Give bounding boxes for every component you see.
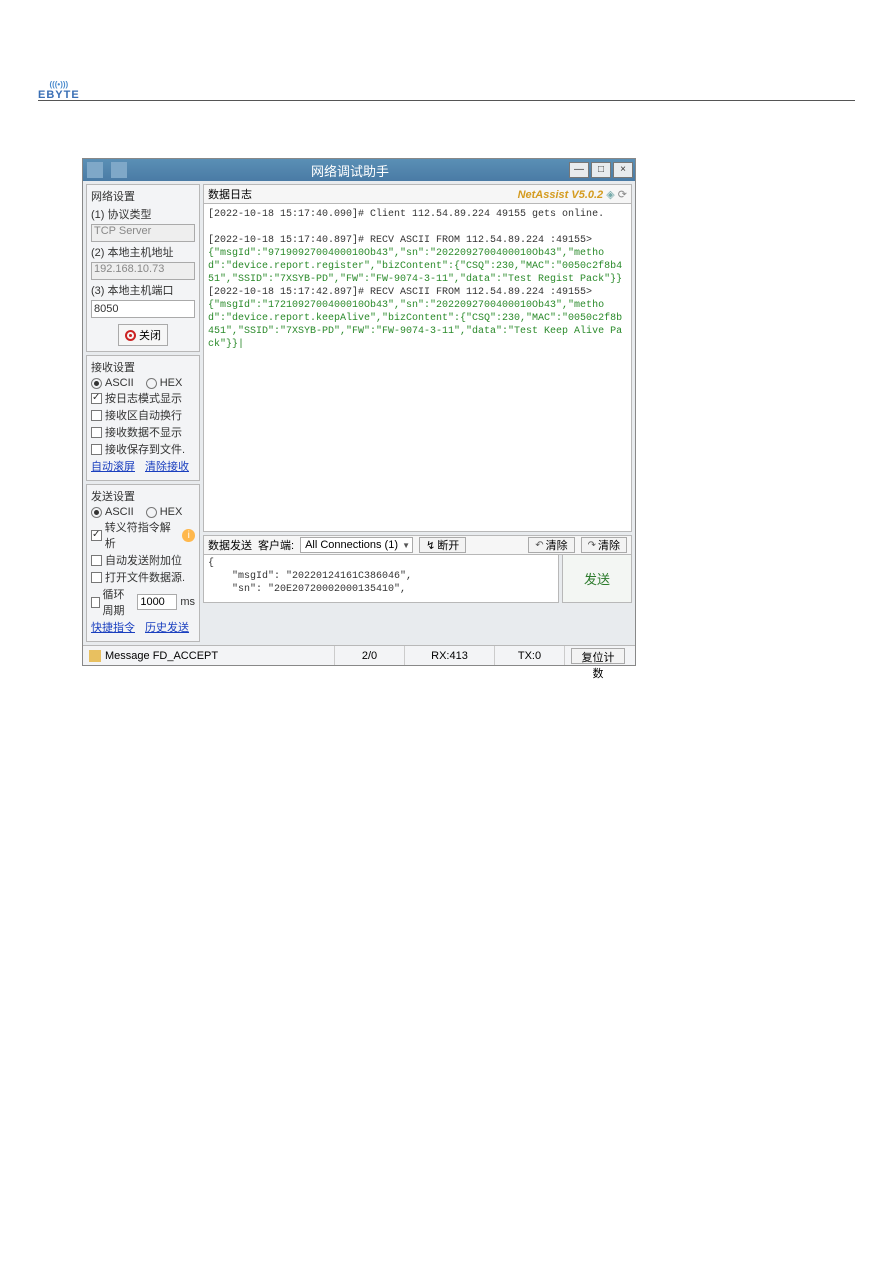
close-button[interactable]: × (613, 162, 633, 178)
host-addr-select[interactable]: 192.168.10.73 (91, 262, 195, 280)
sidebar: 网络设置 (1) 协议类型 TCP Server (2) 本地主机地址 192.… (86, 184, 200, 642)
clear-recv-link[interactable]: 清除接收 (145, 458, 189, 474)
loop-period-input[interactable] (137, 594, 177, 610)
panel-title: 网络设置 (91, 188, 195, 204)
host-port-input[interactable] (91, 300, 195, 318)
radio-label: HEX (160, 506, 183, 518)
unit-label: ms (180, 596, 195, 608)
send-ascii-radio[interactable] (91, 507, 102, 518)
send-settings-panel: 发送设置 ASCII HEX 转义符指令解析i 自动发送附加位 打开文件数据源.… (86, 484, 200, 642)
history-send-link[interactable]: 历史发送 (145, 619, 189, 635)
send-textarea[interactable]: { "msgId": "20220124161C386046", "sn": "… (203, 555, 559, 603)
check-label: 按日志模式显示 (105, 390, 182, 406)
radio-label: ASCII (105, 506, 134, 518)
disconnect-icon: ↯ (426, 539, 435, 552)
help-icon[interactable]: i (182, 529, 195, 542)
send-header: 数据发送 客户端: All Connections (1) ↯断开 清除 清除 (203, 535, 632, 555)
radio-label: HEX (160, 377, 183, 389)
log-title: 数据日志 (208, 186, 252, 202)
label-host-port: (3) 本地主机端口 (91, 282, 195, 298)
escape-parse-check[interactable] (91, 530, 102, 541)
minimize-button[interactable]: — (569, 162, 589, 178)
save-file-check[interactable] (91, 444, 102, 455)
log-line: [2022-10-18 15:17:42.897]# RECV ASCII FR… (208, 287, 592, 298)
check-label: 接收保存到文件. (105, 441, 185, 457)
titlebar: 网络调试助手 — □ × (83, 159, 635, 181)
check-label: 循环周期 (103, 586, 135, 618)
label-protocol: (1) 协议类型 (91, 206, 195, 222)
disconnect-button[interactable]: ↯断开 (419, 537, 466, 553)
header-rule (38, 100, 855, 101)
close-connection-button[interactable]: 关闭 (118, 324, 168, 346)
warning-icon (89, 650, 101, 662)
check-label: 转义符指令解析 (105, 519, 180, 551)
status-ratio: 2/0 (335, 646, 405, 665)
panel-title: 发送设置 (91, 488, 195, 504)
hide-recv-check[interactable] (91, 427, 102, 438)
check-label: 打开文件数据源. (105, 569, 185, 585)
auto-append-check[interactable] (91, 555, 102, 566)
send-title: 数据发送 (208, 537, 252, 553)
panel-title: 接收设置 (91, 359, 195, 375)
app-icon (87, 162, 103, 178)
log-body[interactable]: [2022-10-18 15:17:40.090]# Client 112.54… (203, 204, 632, 532)
protocol-select[interactable]: TCP Server (91, 224, 195, 242)
record-icon (125, 330, 136, 341)
network-settings-panel: 网络设置 (1) 协议类型 TCP Server (2) 本地主机地址 192.… (86, 184, 200, 352)
help-icon[interactable]: ⟳ (618, 189, 627, 201)
check-label: 接收区自动换行 (105, 407, 182, 423)
auto-scroll-link[interactable]: 自动滚屏 (91, 458, 135, 474)
log-line: [2022-10-18 15:17:40.090]# Client 112.54… (208, 209, 604, 220)
maximize-button[interactable]: □ (591, 162, 611, 178)
check-label: 自动发送附加位 (105, 552, 182, 568)
pin-icon[interactable] (111, 162, 127, 178)
ebyte-logo: (((•))) EBYTE (38, 80, 80, 101)
status-message: Message FD_ACCEPT (105, 650, 218, 662)
close-btn-label: 关闭 (139, 327, 161, 343)
recv-ascii-radio[interactable] (91, 378, 102, 389)
file-source-check[interactable] (91, 572, 102, 583)
send-hex-radio[interactable] (146, 507, 157, 518)
log-header: 数据日志 NetAssist V5.0.2 ◈ ⟳ (203, 184, 632, 204)
connection-select[interactable]: All Connections (1) (300, 537, 413, 553)
statusbar: Message FD_ACCEPT 2/0 RX:413 TX:0 复位计数 (83, 645, 635, 665)
log-line: {"msgId":"9719092700400010Ob43","sn":"20… (208, 248, 622, 285)
status-rx: RX:413 (405, 646, 495, 665)
clear-right-button[interactable]: 清除 (581, 537, 627, 553)
log-mode-check[interactable] (91, 393, 102, 404)
label-host-addr: (2) 本地主机地址 (91, 244, 195, 260)
recv-settings-panel: 接收设置 ASCII HEX 按日志模式显示 接收区自动换行 接收数据不显示 接… (86, 355, 200, 481)
loop-period-check[interactable] (91, 597, 100, 608)
main-column: 数据日志 NetAssist V5.0.2 ◈ ⟳ [2022-10-18 15… (203, 184, 632, 642)
brand-label: NetAssist V5.0.2 (518, 189, 604, 201)
gem-icon: ◈ (606, 189, 614, 201)
log-line: [2022-10-18 15:17:40.897]# RECV ASCII FR… (208, 235, 592, 246)
clear-left-button[interactable]: 清除 (528, 537, 574, 553)
check-label: 接收数据不显示 (105, 424, 182, 440)
reset-count-button[interactable]: 复位计数 (571, 648, 625, 664)
log-line: {"msgId":"1721092700400010Ob43","sn":"20… (208, 300, 622, 350)
recv-hex-radio[interactable] (146, 378, 157, 389)
auto-wrap-check[interactable] (91, 410, 102, 421)
quick-cmd-link[interactable]: 快捷指令 (91, 619, 135, 635)
client-label: 客户端: (258, 537, 294, 553)
radio-label: ASCII (105, 377, 134, 389)
send-button[interactable]: 发送 (562, 555, 632, 603)
app-window: 网络调试助手 — □ × 网络设置 (1) 协议类型 TCP Server (2… (82, 158, 636, 666)
window-title: 网络调试助手 (131, 161, 569, 180)
status-tx: TX:0 (495, 646, 565, 665)
